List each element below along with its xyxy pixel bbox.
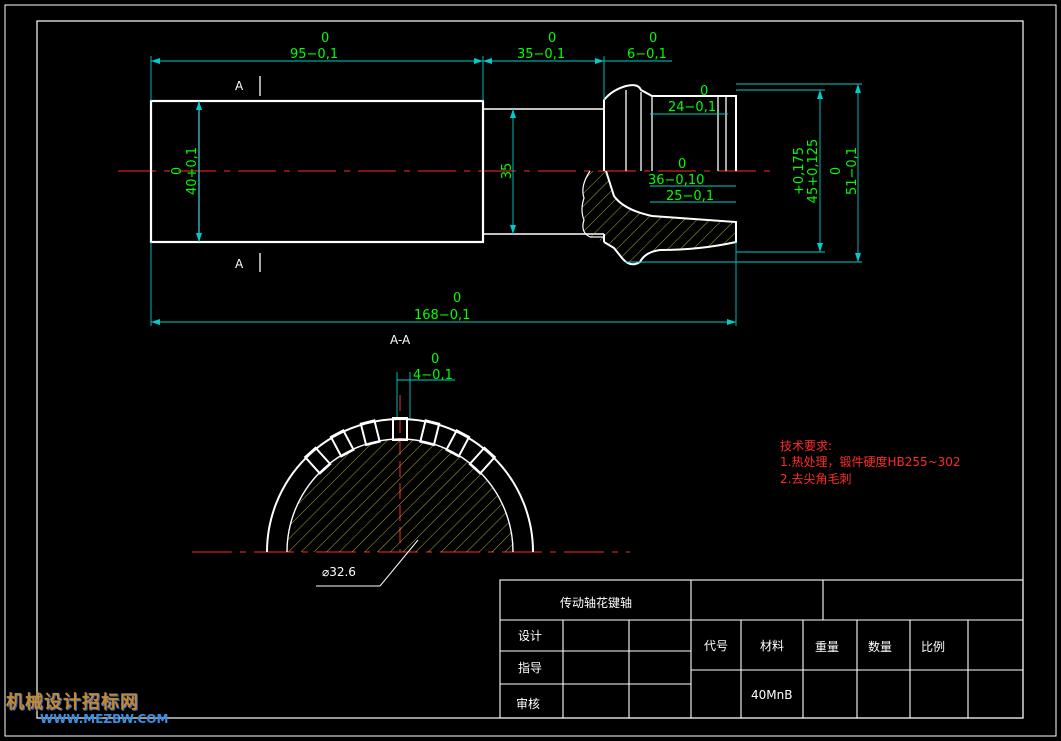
dim-40-upper: 0 — [170, 167, 185, 175]
drawing-canvas: A A 0 95−0,1 0 35−0,1 0 6−0,1 0 24−0,1 0… — [4, 4, 1057, 737]
dim-51-upper: 0 — [829, 167, 844, 175]
dim-168-upper: 0 — [453, 291, 461, 306]
dim-168-lower: 168−0,1 — [414, 308, 470, 323]
outer-frame — [4, 4, 1057, 737]
label-design: 设计 — [518, 629, 542, 643]
dim-35-diameter: 35 — [500, 163, 515, 180]
tech-req-title: 技术要求: — [780, 439, 832, 453]
label-material: 材料 — [760, 639, 784, 653]
dim-45-upper: +0,175 — [792, 147, 807, 195]
dim-36-lower: 36−0,10 — [648, 173, 704, 188]
dim-35-upper: 0 — [548, 31, 556, 46]
section-view-label: A-A — [390, 333, 411, 347]
dimension-arrows — [151, 58, 861, 325]
dim-51-lower: 51−0,1 — [845, 147, 860, 195]
dim-24-lower: 24−0,1 — [668, 100, 716, 115]
dim-45-lower: 45+0,125 — [806, 139, 821, 204]
label-guide: 指导 — [518, 660, 542, 675]
dim-4-lower: 4−0,1 — [413, 368, 453, 383]
tech-req-item-2: 2.去尖角毛刺 — [780, 472, 851, 486]
label-quantity: 数量 — [868, 639, 892, 654]
label-code: 代号 — [704, 639, 728, 653]
watermark-line-1: 机械设计招标网 — [6, 692, 139, 713]
dim-40-lower: 40+0,1 — [185, 147, 200, 195]
dim-95-lower: 95−0,1 — [290, 47, 338, 62]
dim-24-upper: 0 — [700, 84, 708, 99]
spline-section-view — [192, 395, 630, 587]
watermark: 机械设计招标网 WWW.MEZBW.COM — [6, 688, 168, 726]
dim-35-lower: 35−0,1 — [517, 47, 565, 62]
inner-frame — [36, 20, 1024, 719]
label-scale: 比例 — [921, 640, 945, 654]
dim-36-upper: 0 — [678, 157, 686, 172]
part-name: 传动轴花键轴 — [560, 595, 632, 610]
section-mark-top: A — [235, 79, 244, 93]
dimension-lines — [150, 56, 862, 418]
dim-diameter-32-6: ⌀32.6 — [322, 565, 356, 579]
dim-6-upper: 0 — [649, 31, 657, 46]
dim-4-upper: 0 — [431, 352, 439, 367]
tech-req-item-1: 1.热处理，锻件硬度HB255~302 — [780, 454, 961, 469]
label-review: 审核 — [516, 696, 540, 711]
material-value: 40MnB — [751, 688, 792, 702]
dim-6-lower: 6−0,1 — [627, 47, 667, 62]
dim-95-upper: 0 — [321, 31, 329, 46]
label-weight: 重量 — [815, 640, 839, 654]
dim-25: 25−0,1 — [666, 189, 714, 204]
watermark-line-2: WWW.MEZBW.COM — [40, 712, 169, 726]
section-mark-bottom: A — [235, 257, 244, 271]
